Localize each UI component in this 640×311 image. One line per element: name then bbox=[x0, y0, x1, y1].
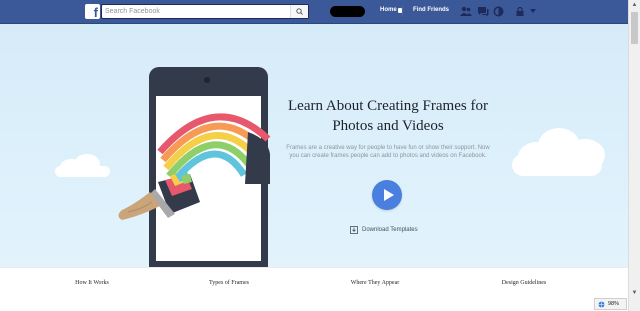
scroll-down-arrow[interactable]: ▼ bbox=[629, 288, 640, 299]
friend-requests-icon[interactable] bbox=[460, 6, 472, 17]
notifications-icon[interactable] bbox=[493, 6, 504, 17]
profile-name-redacted[interactable] bbox=[330, 6, 365, 17]
facebook-logo-icon[interactable]: f bbox=[85, 4, 100, 20]
vertical-scrollbar[interactable]: ▲ ▼ bbox=[628, 0, 640, 311]
scrollbar-thumb[interactable] bbox=[631, 12, 638, 44]
top-navigation-bar: f Search Facebook Home Find Friends bbox=[0, 0, 628, 24]
hero-banner: Learn About Creating Frames for Photos a… bbox=[0, 24, 628, 267]
zoom-indicator[interactable]: 98% bbox=[594, 298, 627, 310]
nav-divider bbox=[402, 6, 403, 17]
account-menu-chevron-icon[interactable] bbox=[529, 8, 537, 14]
privacy-lock-icon[interactable] bbox=[515, 6, 525, 17]
search-placeholder: Search Facebook bbox=[105, 8, 160, 15]
home-link[interactable]: Home bbox=[380, 7, 397, 13]
tab-where-they-appear[interactable]: Where They Appear bbox=[325, 280, 425, 286]
messages-icon[interactable] bbox=[477, 6, 489, 17]
tab-how-it-works[interactable]: How It Works bbox=[42, 280, 142, 286]
download-templates-link[interactable]: Download Templates bbox=[362, 227, 418, 233]
tab-types-of-frames[interactable]: Types of Frames bbox=[179, 280, 279, 286]
page-title: Learn About Creating Frames for Photos a… bbox=[288, 98, 488, 134]
scroll-up-arrow[interactable]: ▲ bbox=[629, 0, 640, 11]
zoom-level: 98% bbox=[608, 301, 620, 307]
play-video-button[interactable] bbox=[372, 180, 402, 210]
find-friends-link[interactable]: Find Friends bbox=[413, 7, 449, 13]
search-icon bbox=[296, 8, 303, 15]
search-button[interactable] bbox=[290, 5, 308, 18]
play-icon bbox=[384, 189, 394, 201]
search-input[interactable]: Search Facebook bbox=[101, 4, 309, 19]
section-tabs: How It Works Types of Frames Where They … bbox=[0, 267, 628, 311]
globe-icon bbox=[598, 301, 605, 308]
hero-description: Frames are a creative way for people to … bbox=[286, 145, 490, 159]
tab-design-guidelines[interactable]: Design Guidelines bbox=[474, 280, 574, 286]
download-icon[interactable] bbox=[350, 226, 358, 234]
